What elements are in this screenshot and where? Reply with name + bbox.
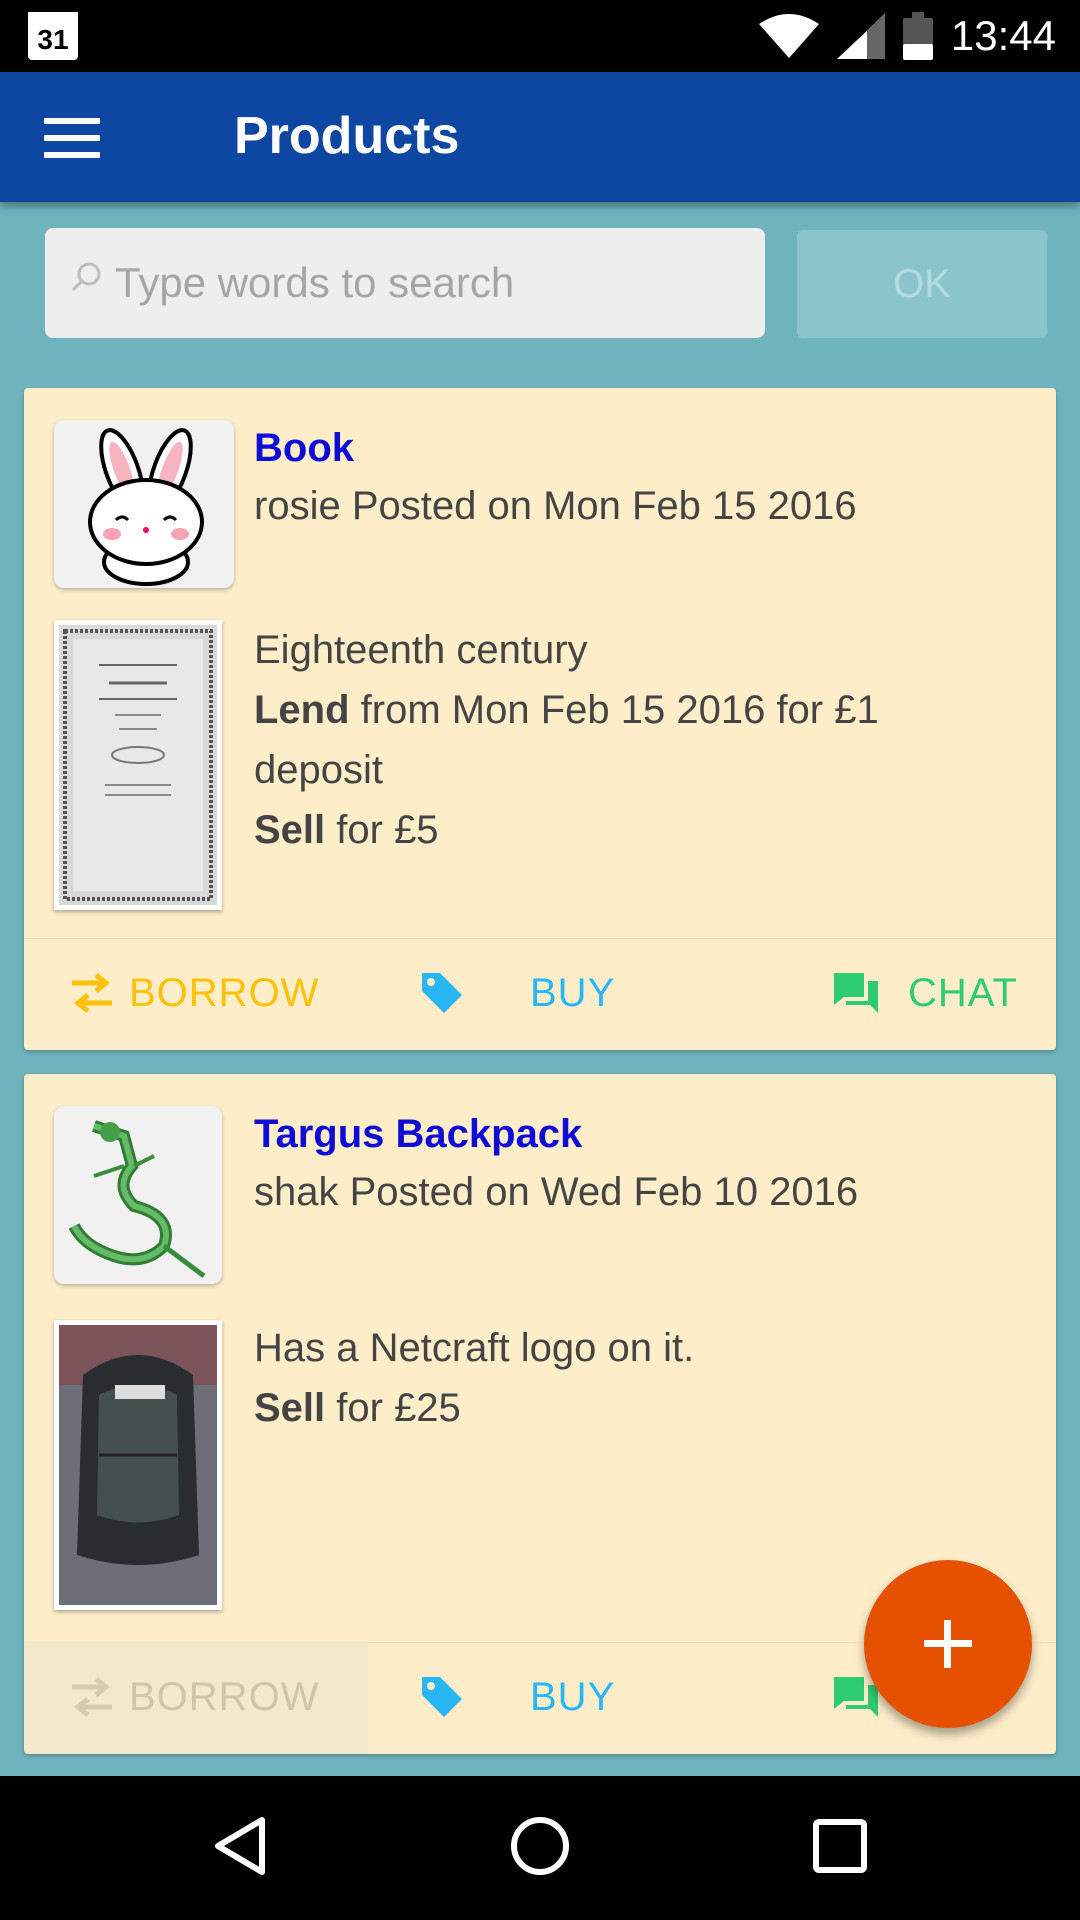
buy-button[interactable]: BUY xyxy=(368,939,712,1050)
hamburger-menu-icon[interactable] xyxy=(44,118,100,158)
avatar xyxy=(54,1106,222,1284)
search-icon xyxy=(71,262,101,292)
product-poster: shak Posted on Wed Feb 10 2016 xyxy=(254,1170,859,1214)
sell-label: Sell xyxy=(254,808,326,852)
sell-line: Sell for £5 xyxy=(254,800,1014,860)
status-icons: 13:44 xyxy=(758,8,1056,64)
add-product-button[interactable] xyxy=(864,1560,1032,1728)
ok-button[interactable]: OK xyxy=(797,230,1047,338)
swap-arrows-icon xyxy=(72,1677,112,1717)
recent-apps-icon[interactable] xyxy=(800,1806,880,1886)
system-nav-bar xyxy=(0,1776,1080,1920)
borrow-button[interactable]: BORROW xyxy=(24,939,368,1050)
price-tag-icon xyxy=(422,1677,462,1717)
description-text: Eighteenth century xyxy=(254,628,588,672)
avatar xyxy=(54,420,234,588)
sell-text: for £25 xyxy=(325,1386,461,1430)
price-tag-icon xyxy=(422,973,462,1013)
product-title[interactable]: Targus Backpack xyxy=(254,1112,582,1157)
app-bar: Products xyxy=(0,72,1080,202)
product-photo[interactable] xyxy=(54,620,222,910)
product-photo[interactable] xyxy=(54,1320,222,1610)
card-actions: BORROW BUY CHAT xyxy=(24,938,1056,1050)
clock: 13:44 xyxy=(950,12,1056,59)
chat-label: CHAT xyxy=(908,971,1018,1015)
sell-text: for £5 xyxy=(325,808,439,852)
back-icon[interactable] xyxy=(200,1806,280,1886)
product-description: Has a Netcraft logo on it. Sell for £25 xyxy=(254,1318,1014,1438)
borrow-button[interactable]: BORROW xyxy=(24,1643,368,1754)
lend-line: Lend from Mon Feb 15 2016 for £1 deposit xyxy=(254,680,1014,800)
page-title: Products xyxy=(234,107,460,165)
battery-icon xyxy=(902,12,933,60)
status-bar: 31 13:44 xyxy=(0,0,1080,72)
description-text: Has a Netcraft logo on it. xyxy=(254,1326,695,1370)
buy-label: BUY xyxy=(530,971,616,1015)
signal-icon xyxy=(836,13,885,59)
wifi-icon xyxy=(758,14,819,58)
search-input[interactable] xyxy=(115,228,745,338)
buy-button[interactable]: BUY xyxy=(368,1643,712,1754)
product-card[interactable]: Book rosie Posted on Mon Feb 15 2016 Eig… xyxy=(24,388,1056,1050)
lend-label: Lend xyxy=(254,688,350,732)
product-description: Eighteenth century Lend from Mon Feb 15 … xyxy=(254,620,1014,860)
chat-bubbles-icon xyxy=(834,973,878,1013)
calendar-icon: 31 xyxy=(28,12,78,60)
home-icon[interactable] xyxy=(500,1806,580,1886)
sell-line: Sell for £25 xyxy=(254,1378,1014,1438)
chat-button[interactable]: CHAT xyxy=(712,939,1056,1050)
product-poster: rosie Posted on Mon Feb 15 2016 xyxy=(254,484,857,528)
calendar-day: 31 xyxy=(37,24,69,55)
product-list[interactable]: OK Book rosie Posted on Mon Feb 15 2016 xyxy=(0,202,1080,1776)
search-box[interactable] xyxy=(45,228,765,338)
product-title[interactable]: Book xyxy=(254,426,354,471)
borrow-label: BORROW xyxy=(129,1675,320,1719)
sell-label: Sell xyxy=(254,1386,326,1430)
buy-label: BUY xyxy=(530,1675,616,1719)
swap-arrows-icon xyxy=(72,973,112,1013)
borrow-label: BORROW xyxy=(129,971,320,1015)
